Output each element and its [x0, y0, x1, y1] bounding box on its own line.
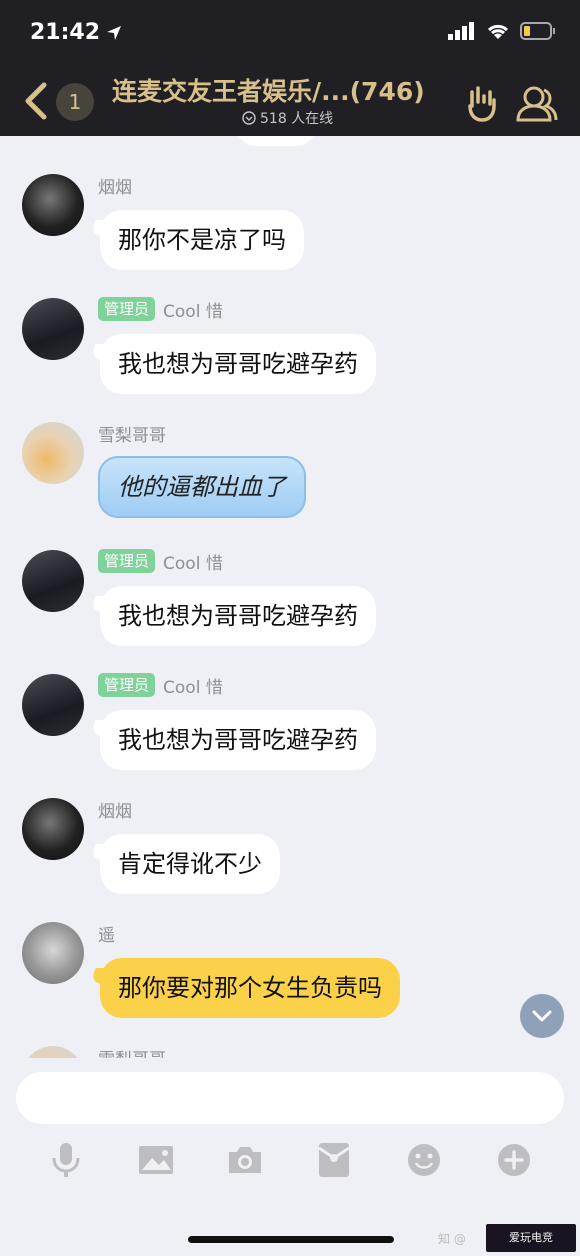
status-time: 21:42	[30, 20, 122, 45]
message-bubble[interactable]: 那你要对那个女生负责吗	[100, 958, 400, 1018]
camera-icon	[229, 1147, 261, 1173]
scroll-to-bottom-button[interactable]	[520, 994, 564, 1038]
message-item: 遥 那你要对那个女生负责吗	[0, 918, 580, 1028]
sender-name: 雪梨哥哥	[98, 420, 166, 446]
chevron-down-circle-icon	[242, 111, 256, 125]
chevron-down-icon	[532, 1010, 552, 1022]
microphone-icon	[52, 1143, 80, 1177]
online-count-label: 518 人在线	[260, 111, 334, 127]
avatar[interactable]	[22, 174, 84, 236]
sender-name: 烟烟	[98, 172, 132, 198]
avatar[interactable]	[22, 798, 84, 860]
chat-message-list[interactable]: 烟烟 那你不是凉了吗 管理员 Cool 惜 我也想为哥哥吃避孕药 雪梨哥哥 他的…	[0, 136, 580, 1058]
message-item: 雪梨哥哥 他的逼都出血了	[0, 418, 580, 528]
avatar[interactable]	[22, 922, 84, 984]
sender-name: 管理员 Cool 惜	[98, 672, 223, 698]
sender-name-label: 烟烟	[98, 801, 132, 822]
red-packet-icon	[318, 1143, 350, 1177]
more-button[interactable]	[494, 1140, 534, 1180]
top-header: 21:42 1 连麦交友王者娱乐/...(746) 518 人在线	[0, 0, 580, 136]
sender-name-label: 雪梨哥哥	[98, 1045, 166, 1059]
wifi-icon	[487, 24, 509, 39]
message-bubble[interactable]: 他的逼都出血了	[98, 456, 306, 518]
home-indicator	[188, 1236, 394, 1243]
sender-name: 烟烟	[98, 796, 132, 822]
message-bubble[interactable]: 我也想为哥哥吃避孕药	[100, 334, 376, 394]
watermark-logo: 爱玩电竞	[486, 1224, 576, 1252]
status-indicators	[448, 22, 556, 40]
message-bubble[interactable]: 我也想为哥哥吃避孕药	[100, 586, 376, 646]
hand-gesture-icon[interactable]	[462, 84, 500, 122]
signal-icon	[448, 22, 474, 40]
sender-name: 管理员 Cool 惜	[98, 548, 223, 574]
sender-name: 管理员 Cool 惜	[98, 296, 223, 322]
red-packet-button[interactable]	[314, 1140, 354, 1180]
status-time-label: 21:42	[30, 20, 101, 45]
message-item: 烟烟 那你不是凉了吗	[0, 170, 580, 280]
group-title[interactable]: 连麦交友王者娱乐/...(746)	[112, 72, 442, 108]
location-arrow-icon	[107, 25, 122, 40]
unread-count-badge[interactable]: 1	[56, 83, 94, 121]
emoji-icon	[408, 1144, 440, 1176]
sender-name-label: Cool 惜	[163, 553, 223, 574]
avatar[interactable]	[22, 1046, 84, 1058]
plus-icon	[498, 1144, 530, 1176]
admin-role-tag: 管理员	[98, 549, 156, 573]
avatar[interactable]	[22, 298, 84, 360]
image-icon	[139, 1146, 173, 1174]
previous-bubble-fragment	[236, 136, 316, 146]
admin-role-tag: 管理员	[98, 673, 156, 697]
sender-name-label: 遥	[98, 925, 115, 946]
camera-button[interactable]	[225, 1140, 265, 1180]
group-members-icon[interactable]	[514, 80, 560, 126]
watermark-prefix: 知 @	[438, 1232, 466, 1246]
sender-name-label: 雪梨哥哥	[98, 425, 166, 446]
sender-name: 雪梨哥哥	[98, 1044, 166, 1059]
message-item: 管理员 Cool 惜 我也想为哥哥吃避孕药	[0, 546, 580, 656]
message-input[interactable]	[16, 1072, 564, 1124]
voice-button[interactable]	[46, 1140, 86, 1180]
sender-name-label: Cool 惜	[163, 301, 223, 322]
sender-name-label: Cool 惜	[163, 677, 223, 698]
message-item: 烟烟 肯定得讹不少	[0, 794, 580, 904]
emoji-button[interactable]	[404, 1140, 444, 1180]
admin-role-tag: 管理员	[98, 297, 156, 321]
battery-icon	[520, 22, 555, 40]
sender-name-label: 烟烟	[98, 177, 132, 198]
avatar[interactable]	[22, 674, 84, 736]
back-arrow-icon[interactable]	[22, 82, 50, 120]
message-item: 雪梨哥哥	[0, 1042, 580, 1058]
message-item: 管理员 Cool 惜 我也想为哥哥吃避孕药	[0, 294, 580, 404]
input-toolbar	[0, 1140, 580, 1188]
image-button[interactable]	[136, 1140, 176, 1180]
message-bubble[interactable]: 我也想为哥哥吃避孕药	[100, 710, 376, 770]
sender-name: 遥	[98, 920, 115, 946]
avatar[interactable]	[22, 550, 84, 612]
online-count[interactable]: 518 人在线	[242, 108, 333, 128]
avatar[interactable]	[22, 422, 84, 484]
message-item: 管理员 Cool 惜 我也想为哥哥吃避孕药	[0, 670, 580, 780]
message-bubble[interactable]: 肯定得讹不少	[100, 834, 280, 894]
message-bubble[interactable]: 那你不是凉了吗	[100, 210, 304, 270]
